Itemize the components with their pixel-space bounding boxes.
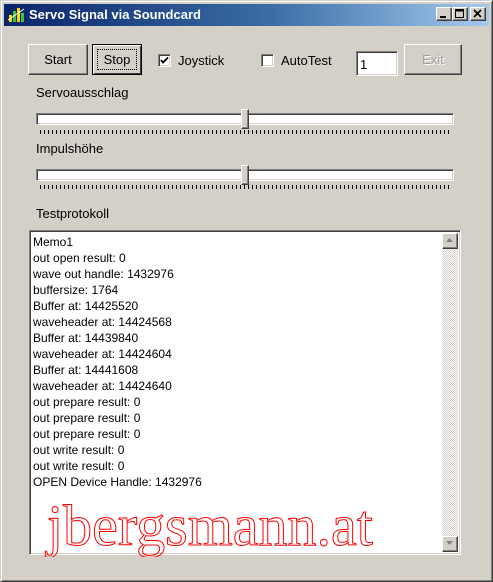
app-icon: [7, 8, 25, 22]
log-line: Buffer at: 14425520: [33, 299, 139, 313]
log-memo[interactable]: Memo1 out open result: 0 wave out handle: …: [29, 230, 461, 555]
vertical-scrollbar[interactable]: [442, 233, 458, 552]
close-icon: [473, 9, 482, 18]
joystick-label[interactable]: Joystick: [178, 53, 224, 68]
servo-label: Servoausschlag: [36, 85, 129, 100]
log-line: waveheader at: 14424640: [33, 379, 172, 393]
checkmark-icon: [160, 56, 169, 64]
impulse-label: Impulshöhe: [36, 141, 104, 156]
log-line: out prepare result: 0: [33, 427, 141, 441]
arrow-down-icon: [446, 541, 453, 545]
exit-button[interactable]: Exit: [404, 44, 462, 75]
title-bar[interactable]: Servo Signal via Soundcard: [4, 4, 489, 26]
log-line: OPEN Device Handle: 1432976: [33, 475, 202, 489]
log-line: Buffer at: 14441608: [33, 363, 139, 377]
maximize-button[interactable]: [452, 7, 468, 21]
log-lines: Memo1 out open result: 0 wave out handle: …: [33, 234, 202, 490]
count-input[interactable]: 1: [356, 51, 398, 76]
log-label: Testprotokoll: [36, 206, 109, 221]
arrow-up-icon: [446, 238, 453, 242]
minimize-icon: [440, 16, 446, 18]
log-line: out prepare result: 0: [33, 395, 141, 409]
log-line: out write result: 0: [33, 443, 125, 457]
stop-focus-rect: [97, 49, 137, 70]
main-window: Servo Signal via Soundcard Start Stop Jo…: [0, 0, 493, 582]
window-title: Servo Signal via Soundcard: [29, 7, 201, 22]
log-line: Buffer at: 14439840: [33, 331, 139, 345]
start-button[interactable]: Start: [28, 44, 88, 75]
log-line: out open result: 0: [33, 251, 126, 265]
autotest-checkbox[interactable]: [261, 54, 274, 67]
minimize-button[interactable]: [436, 7, 452, 21]
scroll-up-button[interactable]: [442, 233, 458, 249]
impulse-slider-thumb[interactable]: [241, 165, 249, 185]
log-line: wave out handle: 1432976: [33, 267, 174, 281]
servo-slider-ticks: [40, 130, 452, 134]
autotest-label[interactable]: AutoTest: [281, 53, 332, 68]
servo-slider-thumb[interactable]: [241, 109, 249, 129]
log-line: waveheader at: 14424604: [33, 347, 172, 361]
impulse-slider-ticks: [40, 185, 452, 189]
joystick-checkbox[interactable]: [158, 54, 171, 67]
log-line: buffersize: 1764: [33, 283, 119, 297]
maximize-icon: [455, 9, 464, 18]
stop-button[interactable]: Stop: [92, 44, 142, 75]
log-line: waveheader at: 14424568: [33, 315, 172, 329]
log-line: out prepare result: 0: [33, 411, 141, 425]
log-line: out write result: 0: [33, 459, 125, 473]
close-button[interactable]: [470, 7, 486, 21]
log-line: Memo1: [33, 235, 74, 249]
scroll-down-button[interactable]: [442, 536, 458, 552]
